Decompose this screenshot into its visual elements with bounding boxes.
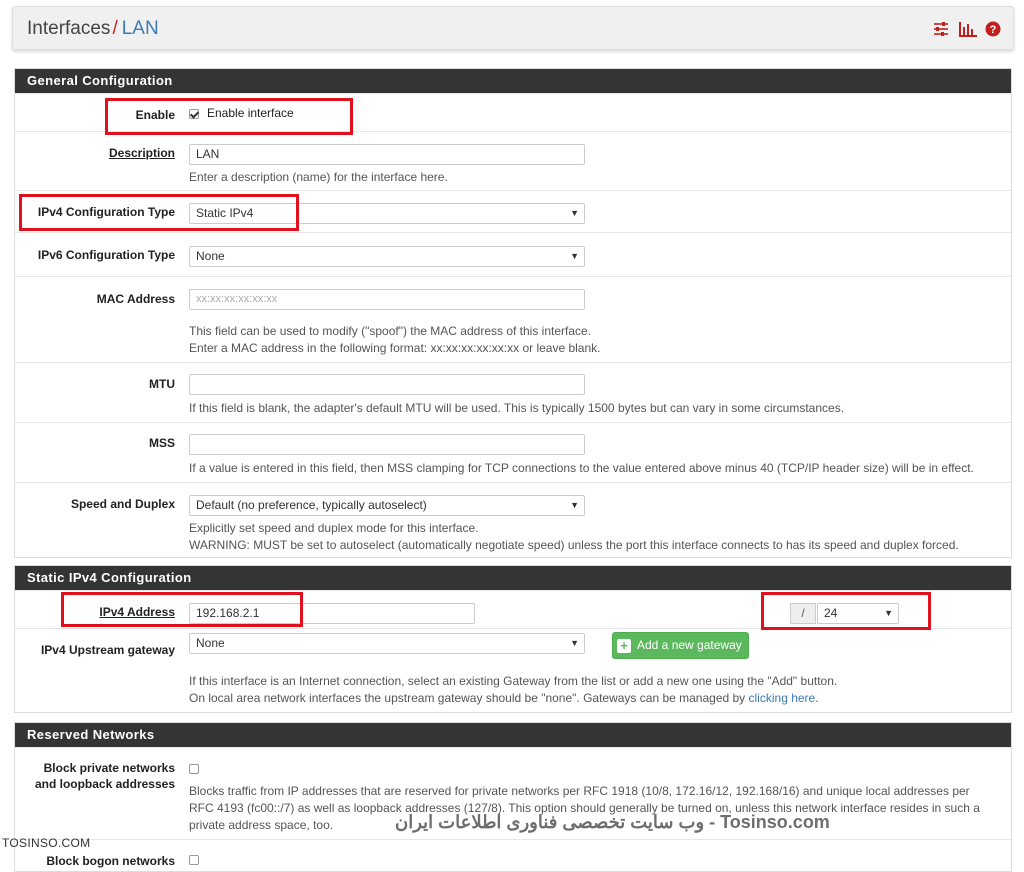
block-private-checkbox[interactable] (189, 764, 199, 774)
plus-icon: + (617, 638, 631, 653)
breadcrumb-lan: LAN (121, 18, 159, 39)
ipv4-address-row: IPv4 Address 192.168.2.1 / 24 ▼ (15, 590, 1011, 628)
reserved-networks-panel: Reserved Networks Block private networks… (14, 722, 1012, 872)
gateway-select[interactable]: None ▼ (189, 633, 585, 654)
chevron-down-icon: ▼ (570, 208, 579, 218)
mss-label: MSS (148, 436, 175, 450)
breadcrumb-interfaces[interactable]: Interfaces (27, 18, 110, 39)
speed-duplex-label: Speed and Duplex (70, 497, 175, 511)
bar-chart-icon[interactable] (959, 21, 977, 37)
ipv4-type-row: IPv4 Configuration Type Static IPv4 ▼ (15, 190, 1011, 232)
mss-row: MSS If a value is entered in this field,… (15, 422, 1011, 482)
ipv6-type-row: IPv6 Configuration Type None ▼ (15, 232, 1011, 276)
mac-help-line-1: This field can be used to modify ("spoof… (189, 324, 592, 338)
enable-label: Enable (135, 108, 175, 122)
enable-checkbox-label[interactable]: Enable interface (207, 105, 294, 122)
description-label: Description (108, 146, 175, 160)
speed-duplex-select[interactable]: Default (no preference, typically autose… (189, 495, 585, 516)
ipv4-address-input[interactable]: 192.168.2.1 (189, 603, 475, 624)
speed-help-line-2: WARNING: MUST be set to autoselect (auto… (189, 538, 959, 552)
ipv6-type-label: IPv6 Configuration Type (37, 248, 175, 262)
ipv6-type-value: None (196, 249, 225, 263)
gateway-help-line-2: On local area network interfaces the ups… (189, 690, 837, 707)
speed-duplex-value: Default (no preference, typically autose… (196, 498, 427, 512)
block-bogon-checkbox[interactable] (189, 855, 199, 865)
mtu-label: MTU (149, 377, 175, 391)
chevron-down-icon: ▼ (570, 251, 579, 261)
general-config-panel: General Configuration Enable Enable inte… (14, 68, 1012, 558)
cidr-select[interactable]: 24 ▼ (817, 603, 899, 624)
svg-text:?: ? (990, 24, 997, 36)
block-bogon-label: Block bogon networks (46, 854, 175, 868)
block-private-label-line-1: Block private networks (43, 761, 175, 775)
chevron-down-icon: ▼ (884, 608, 893, 618)
gateway-help-text: On local area network interfaces the ups… (189, 691, 749, 705)
mac-label: MAC Address (96, 292, 175, 306)
page-title: Interfaces / LAN (27, 18, 159, 40)
cidr-value: 24 (824, 606, 838, 620)
static-ipv4-panel: Static IPv4 Configuration IPv4 Address 1… (14, 565, 1012, 713)
gateway-label: IPv4 Upstream gateway (40, 643, 175, 657)
gateway-help: If this interface is an Internet connect… (189, 673, 837, 707)
mac-help-line-2: Enter a MAC address in the following for… (189, 341, 601, 355)
static-ipv4-heading: Static IPv4 Configuration (15, 566, 1011, 590)
cidr-slash: / (790, 603, 816, 624)
sliders-icon[interactable] (933, 21, 949, 37)
gateways-link[interactable]: clicking here (749, 691, 816, 705)
header-icons: ? (933, 21, 1001, 37)
general-config-heading: General Configuration (15, 69, 1011, 93)
mac-row: MAC Address xx:xx:xx:xx:xx:xx This field… (15, 276, 1011, 362)
enable-checkbox[interactable] (189, 109, 199, 119)
mtu-help: If this field is blank, the adapter's de… (189, 401, 845, 415)
description-help: Enter a description (name) for the inter… (189, 170, 448, 184)
mss-help: If a value is entered in this field, the… (189, 461, 974, 475)
watermark-right: وب سایت تخصصی فناوری اطلاعات ایران - Tos… (395, 812, 830, 832)
description-input[interactable]: LAN (189, 144, 585, 165)
mtu-input[interactable] (189, 374, 585, 395)
ipv6-type-select[interactable]: None ▼ (189, 246, 585, 267)
page-header: Interfaces / LAN ? (12, 6, 1014, 50)
block-private-label: Block private networks and loopback addr… (35, 760, 175, 792)
ipv4-type-select[interactable]: Static IPv4 ▼ (189, 203, 585, 224)
add-gateway-button[interactable]: + Add a new gateway (612, 632, 749, 659)
speed-duplex-row: Speed and Duplex Default (no preference,… (15, 482, 1011, 558)
mss-input[interactable] (189, 434, 585, 455)
speed-duplex-help: Explicitly set speed and duplex mode for… (189, 520, 959, 554)
ipv4-type-value: Static IPv4 (196, 206, 254, 220)
help-icon[interactable]: ? (985, 21, 1001, 37)
watermark-left: TOSINSO.COM (2, 836, 91, 850)
breadcrumb-separator: / (112, 18, 118, 39)
mac-input[interactable]: xx:xx:xx:xx:xx:xx (189, 289, 585, 310)
gateway-row: IPv4 Upstream gateway None ▼ + Add a new g… (15, 628, 1011, 712)
speed-help-line-1: Explicitly set speed and duplex mode for… (189, 521, 479, 535)
add-gateway-label: Add a new gateway (637, 638, 742, 652)
gateway-help-line-1: If this interface is an Internet connect… (189, 674, 838, 688)
block-bogon-row: Block bogon networks (15, 839, 1011, 869)
block-private-help-line-1: Blocks traffic from IP addresses that ar… (189, 784, 970, 798)
mac-help: This field can be used to modify ("spoof… (189, 323, 601, 357)
ipv4-type-label: IPv4 Configuration Type (37, 205, 175, 219)
block-private-label-line-2: and loopback addresses (34, 777, 175, 791)
description-row: Description LAN Enter a description (nam… (15, 131, 1011, 190)
ipv4-address-label: IPv4 Address (99, 605, 175, 619)
gateway-help-end: . (815, 691, 819, 705)
gateway-value: None (196, 636, 225, 650)
chevron-down-icon: ▼ (570, 638, 579, 648)
enable-row: Enable Enable interface (15, 93, 1011, 131)
chevron-down-icon: ▼ (570, 500, 579, 510)
reserved-networks-heading: Reserved Networks (15, 723, 1011, 747)
mtu-row: MTU If this field is blank, the adapter'… (15, 362, 1011, 422)
